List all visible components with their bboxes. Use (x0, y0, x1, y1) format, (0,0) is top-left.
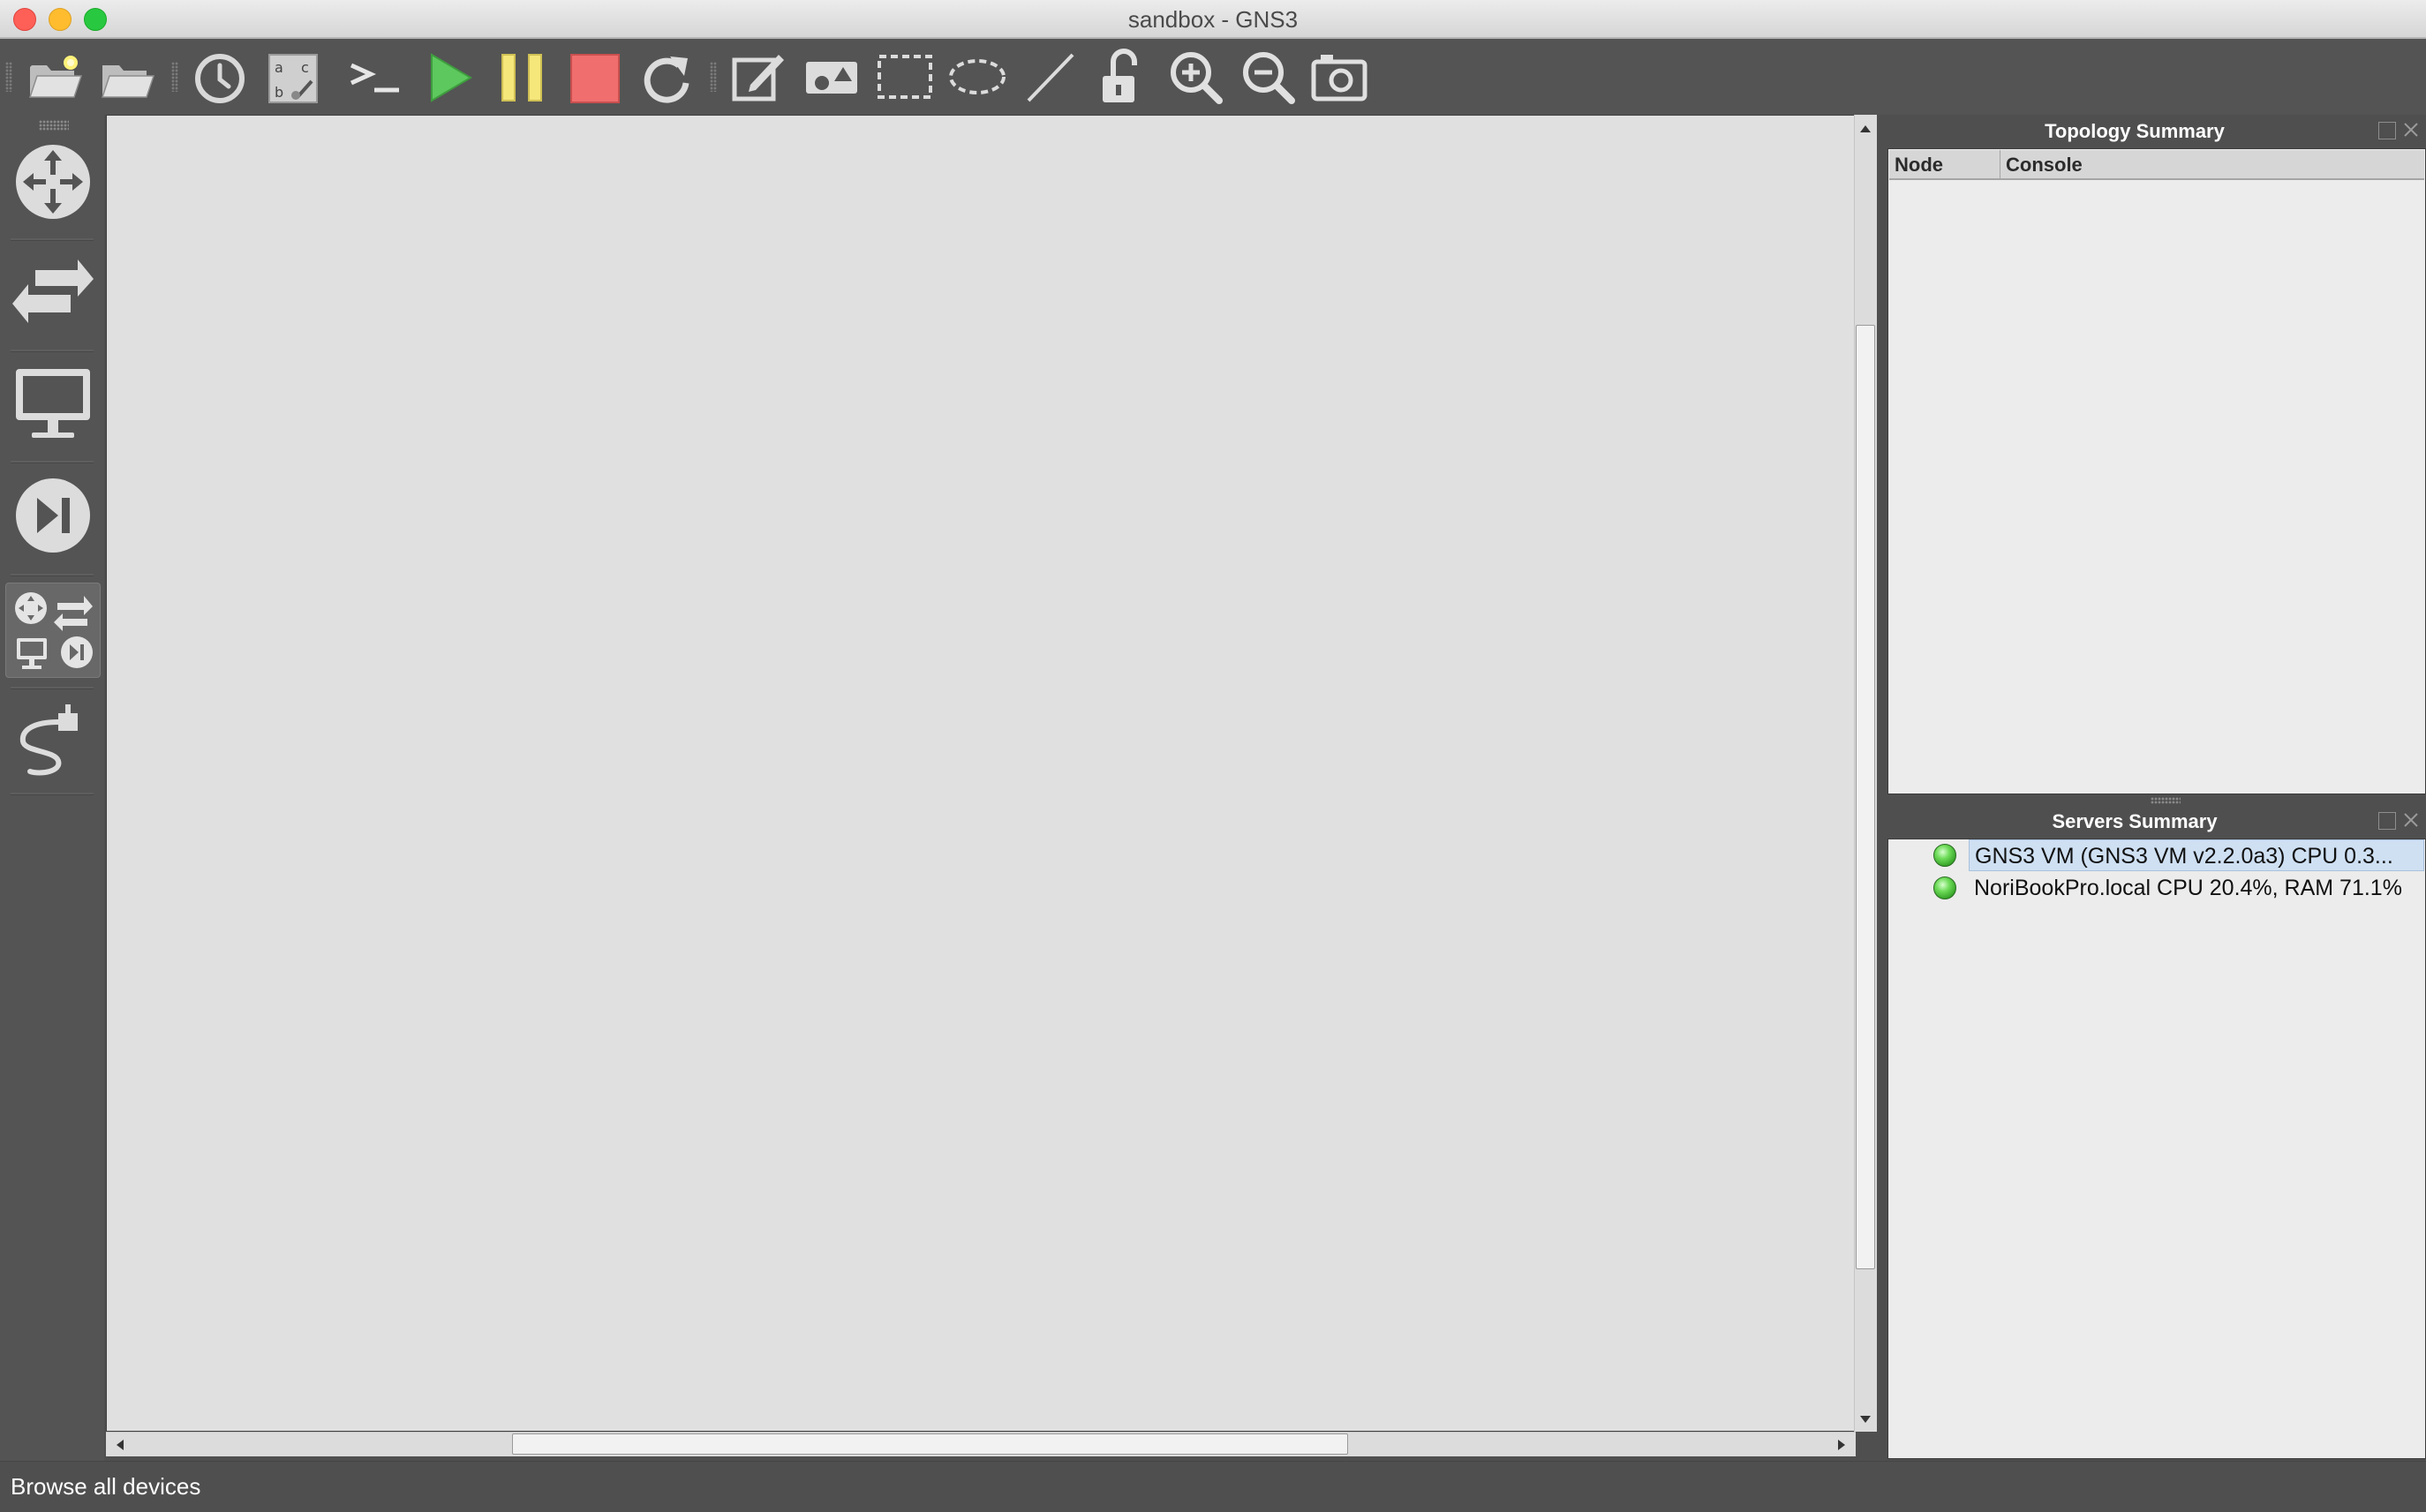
dock-separator (11, 238, 94, 241)
edit-note-icon (732, 55, 784, 102)
insert-image-icon (806, 62, 857, 94)
horizontal-scrollbar-thumb[interactable] (512, 1433, 1348, 1455)
cable-icon (19, 704, 78, 776)
dock-separator (11, 461, 94, 463)
switches-button[interactable] (9, 245, 97, 337)
abc-labels-icon: a c b (268, 54, 318, 103)
all-devices-button[interactable] (5, 583, 101, 678)
topology-summary-panel (1887, 148, 2426, 794)
server-label: NoriBookPro.local CPU 20.4%, RAM 71.1% (1974, 876, 2402, 900)
open-project-button[interactable] (95, 46, 157, 108)
ellipse-icon (949, 59, 1006, 94)
vertical-scrollbar-thumb[interactable] (1856, 325, 1875, 1269)
stop-icon (570, 54, 620, 103)
unlock-icon (1103, 49, 1137, 102)
terminal-icon (350, 63, 399, 93)
camera-icon (1311, 55, 1367, 102)
toolbar-grip[interactable] (171, 62, 178, 92)
window-title: sandbox - GNS3 (1127, 6, 1299, 33)
draw-ellipse-button[interactable] (946, 46, 1008, 108)
svg-text:c: c (301, 59, 309, 76)
dock-separator (11, 793, 94, 795)
draw-rectangle-button[interactable] (874, 46, 936, 108)
router-icon (16, 145, 90, 219)
toolbar-grip[interactable] (5, 62, 12, 92)
topology-table-header: Node Console (1889, 150, 2424, 180)
float-panel-icon[interactable] (2378, 122, 2396, 139)
column-header-console[interactable]: Console (2000, 150, 2424, 180)
draw-line-button[interactable] (1020, 46, 1081, 108)
scroll-left-arrow-icon[interactable] (117, 1440, 124, 1450)
server-row[interactable]: GNS3 VM (GNS3 VM v2.2.0a3) CPU 0.3... (1887, 839, 2424, 871)
main-toolbar: a c b (0, 39, 2426, 115)
device-dock (0, 115, 104, 1461)
stop-all-button[interactable] (564, 46, 626, 108)
server-row[interactable]: NoriBookPro.local CPU 20.4%, RAM 71.1% (1887, 872, 2424, 904)
new-project-button[interactable] (23, 46, 85, 108)
rectangle-icon (878, 55, 932, 99)
status-bar: Browse all devices (0, 1461, 2426, 1511)
reload-all-button[interactable] (635, 46, 697, 108)
folder-open-icon (101, 65, 155, 98)
dock-grip[interactable] (39, 120, 69, 131)
play-icon (431, 53, 472, 102)
suspend-all-button[interactable] (492, 46, 554, 108)
snapshots-button[interactable] (189, 46, 251, 108)
monitor-icon (16, 369, 90, 438)
scroll-right-arrow-icon[interactable] (1838, 1440, 1845, 1450)
screenshot-button[interactable] (1308, 46, 1370, 108)
servers-summary-title: Servers Summary (2052, 810, 2218, 832)
zoom-out-icon (1243, 52, 1295, 104)
dock-separator (11, 574, 94, 576)
server-status-led-icon (1933, 876, 1956, 899)
close-panel-icon[interactable] (2401, 120, 2421, 139)
routers-button[interactable] (9, 136, 97, 228)
play-skip-icon (16, 478, 90, 553)
float-panel-icon[interactable] (2378, 812, 2396, 830)
scroll-up-arrow-icon[interactable] (1860, 125, 1871, 132)
topology-canvas[interactable] (106, 115, 1856, 1432)
zoom-out-button[interactable] (1237, 46, 1299, 108)
svg-text:b: b (275, 84, 283, 101)
show-interface-labels-button[interactable]: a c b (262, 46, 324, 108)
all-devices-icon (15, 592, 93, 669)
close-panel-icon[interactable] (2401, 810, 2421, 830)
zoom-in-icon (1171, 52, 1223, 104)
server-label: GNS3 VM (GNS3 VM v2.2.0a3) CPU 0.3... (1969, 839, 2424, 871)
status-message: Browse all devices (11, 1473, 201, 1500)
server-status-led-icon (1933, 844, 1956, 867)
dock-separator (11, 687, 94, 689)
line-icon (1027, 53, 1074, 102)
end-devices-button[interactable] (9, 357, 97, 448)
pause-icon (501, 54, 542, 102)
clock-icon (195, 54, 245, 103)
switch-icon (12, 260, 94, 323)
zoom-in-button[interactable] (1164, 46, 1226, 108)
title-bar: sandbox - GNS3 (0, 0, 2426, 39)
lock-items-button[interactable] (1092, 46, 1154, 108)
start-all-button[interactable] (419, 46, 481, 108)
add-link-button[interactable] (9, 690, 97, 782)
svg-text:a: a (275, 59, 283, 76)
folder-new-icon (28, 56, 83, 98)
add-note-button[interactable] (727, 46, 789, 108)
console-all-button[interactable] (344, 46, 406, 108)
security-devices-button[interactable] (9, 470, 97, 561)
column-header-node[interactable]: Node (1889, 150, 2000, 180)
reload-icon (644, 56, 689, 103)
insert-image-button[interactable] (801, 46, 863, 108)
topology-summary-title: Topology Summary (2045, 120, 2225, 142)
panel-splitter[interactable] (2151, 797, 2181, 804)
scroll-down-arrow-icon[interactable] (1860, 1416, 1871, 1423)
dock-separator (11, 350, 94, 352)
servers-summary-panel (1887, 839, 2426, 1459)
toolbar-grip[interactable] (710, 62, 717, 92)
